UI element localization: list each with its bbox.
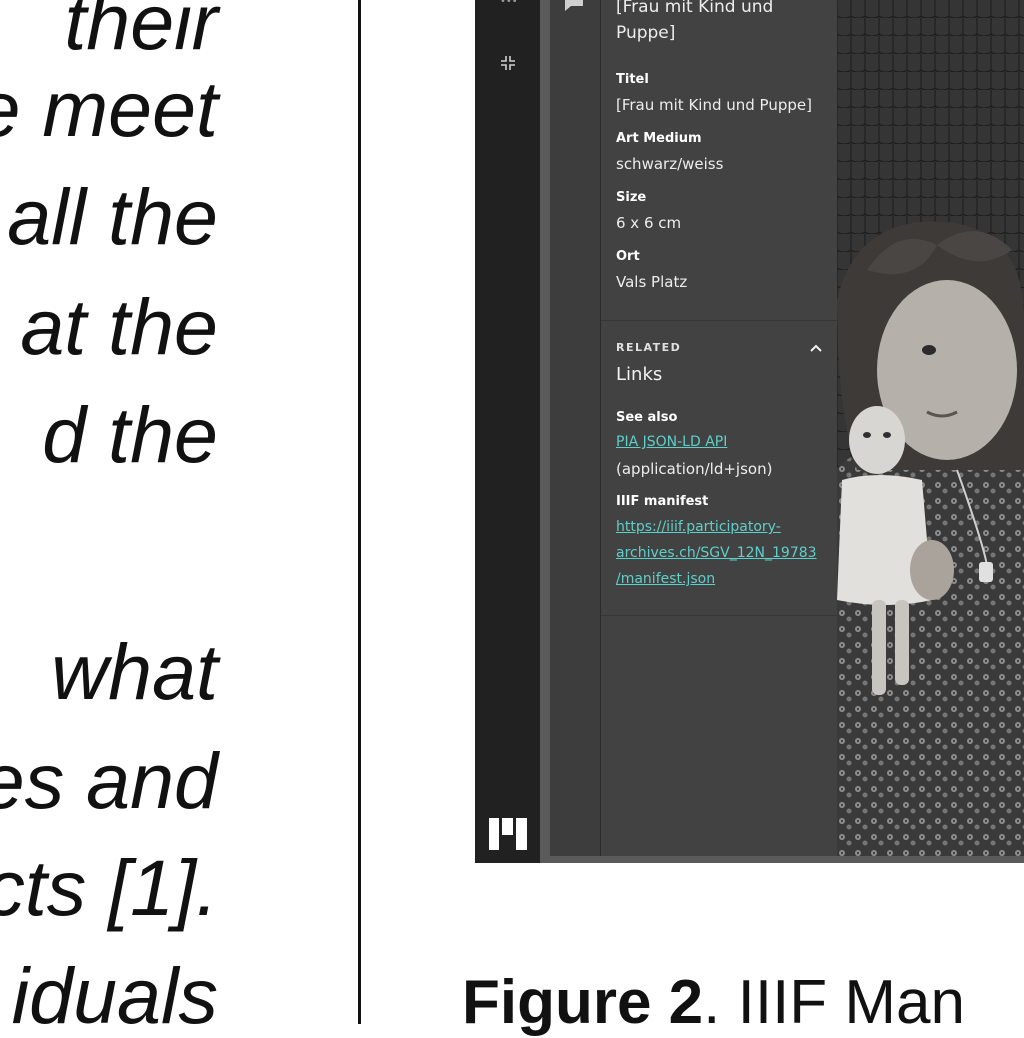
window-gutter <box>540 0 550 863</box>
poster-text-line: es and <box>0 736 218 825</box>
poster-text-line: at the <box>20 282 218 371</box>
chevron-up-icon[interactable] <box>808 341 824 355</box>
poster-text-line: cts [1]. <box>0 843 218 932</box>
poster-text-line: iduals <box>11 951 218 1024</box>
more-icon[interactable]: ••• <box>500 0 518 7</box>
field-label-ort: Ort <box>616 249 640 264</box>
pia-json-ld-link[interactable]: PIA JSON-LD API <box>616 434 727 450</box>
field-label-titel: Titel <box>616 72 649 87</box>
links-title: Links <box>616 364 663 385</box>
information-panel: [Frau mit Kind und Puppe] Titel [Frau mi… <box>601 0 837 856</box>
workspace-rail: ••• <box>475 0 540 863</box>
related-section-label: RELATED <box>616 341 682 354</box>
field-value-titel: [Frau mit Kind und Puppe] <box>616 96 812 114</box>
iiif-manifest-label: IIIF manifest <box>616 494 709 509</box>
poster-text-line: what <box>51 627 218 716</box>
figure-label: Figure 2 <box>462 968 704 1037</box>
section-divider <box>601 615 837 616</box>
field-value-art-medium: schwarz/weiss <box>616 155 724 173</box>
field-label-art-medium: Art Medium <box>616 131 702 146</box>
section-divider <box>601 320 837 321</box>
manifest-link[interactable]: archives.ch/SGV_12N_19783 <box>616 545 817 561</box>
figure-caption-text: . IIIF Man <box>703 968 966 1037</box>
companion-icon-strip <box>550 0 601 856</box>
see-also-format: (application/ld+json) <box>616 460 773 478</box>
collapse-icon[interactable] <box>498 53 518 73</box>
manifest-heading: [Frau mit Kind und Puppe] <box>616 0 774 43</box>
photo-illustration <box>837 0 1024 856</box>
poster-text-line: d the <box>42 390 218 479</box>
figure-caption: Figure 2. IIIF Man <box>462 967 965 1038</box>
manifest-link[interactable]: /manifest.json <box>616 571 715 587</box>
manifest-link[interactable]: https://iiif.participatory- <box>616 519 781 535</box>
poster-text-line: all the <box>7 172 218 261</box>
chat-icon[interactable] <box>563 0 585 12</box>
see-also-label: See also <box>616 410 678 425</box>
poster-text-line: their <box>64 0 218 66</box>
window-bottom-edge <box>540 856 1024 863</box>
mirador-logo-icon[interactable] <box>489 818 527 850</box>
poster-text-column: their e meet all the at the d the what e… <box>0 0 358 1024</box>
field-value-ort: Vals Platz <box>616 273 688 291</box>
field-value-size: 6 x 6 cm <box>616 214 682 232</box>
poster-text-line: e meet <box>0 64 218 153</box>
column-divider <box>358 0 361 1024</box>
field-label-size: Size <box>616 190 647 205</box>
archive-photo[interactable] <box>837 0 1024 856</box>
viewer-screenshot: ••• [Frau mit Kind und Puppe] Titel [Fra… <box>475 0 1024 863</box>
